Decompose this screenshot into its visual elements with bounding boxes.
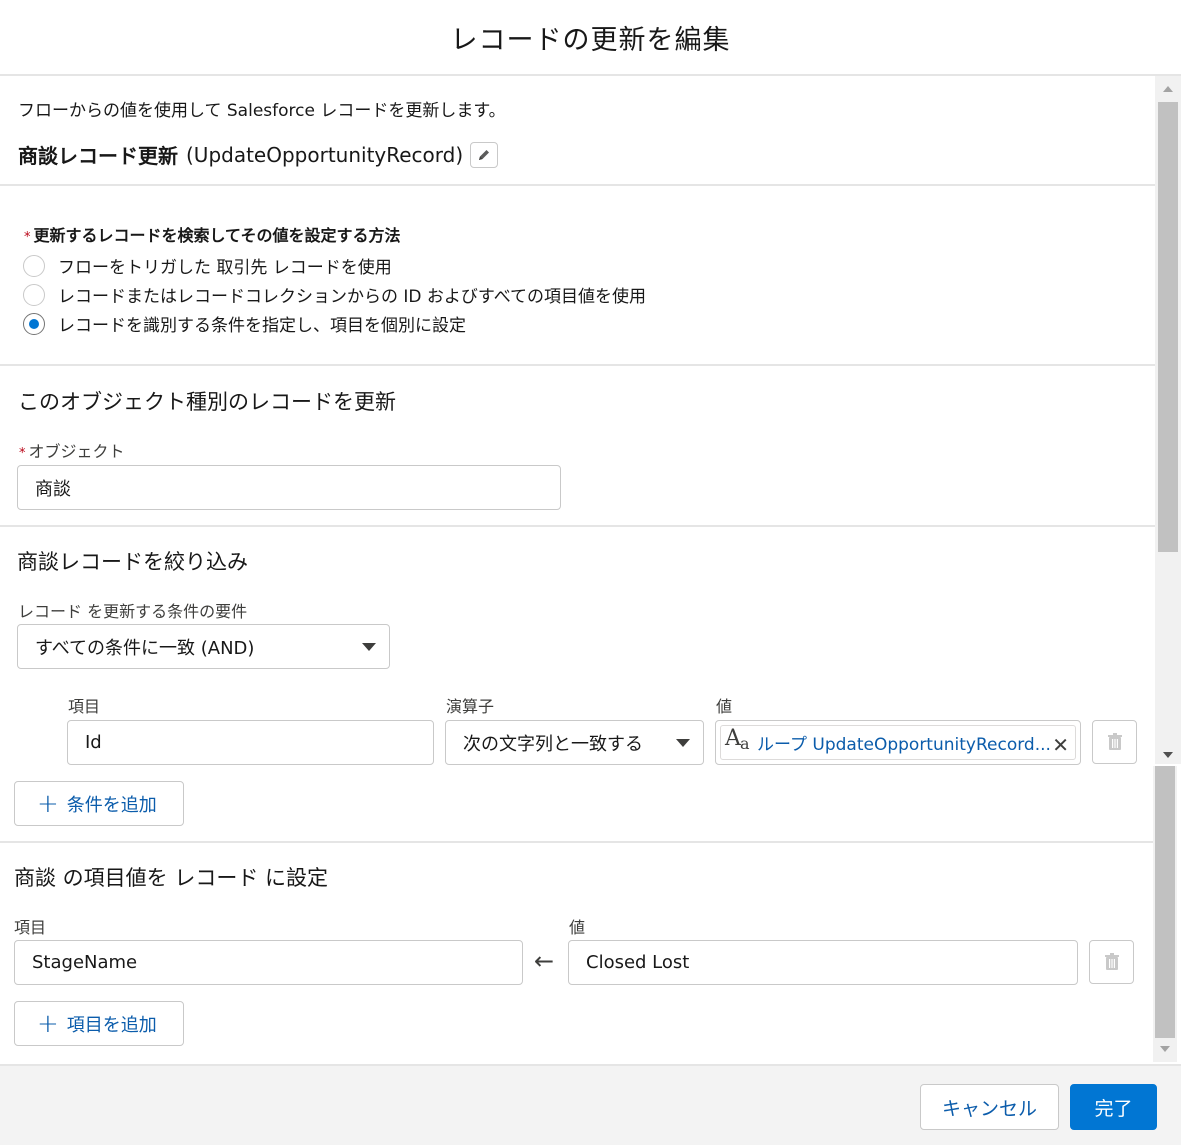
delete-assignment-button[interactable] <box>1089 940 1134 984</box>
divider <box>0 364 1155 366</box>
condition-value-text: ループ UpdateOpportunityRecord... <box>757 735 1051 755</box>
radio-option-label: レコードまたはレコードコレクションからの ID およびすべての項目値を使用 <box>58 287 647 307</box>
plus-icon: + <box>37 1008 59 1039</box>
condition-operator-select[interactable]: 次の文字列と一致する <box>445 720 704 765</box>
element-title: 商談レコード更新 (UpdateOpportunityRecord) <box>18 140 499 169</box>
intro-description: フローからの値を使用して Salesforce レコードを更新します。 <box>18 101 506 121</box>
close-icon[interactable]: ✕ <box>1052 733 1069 757</box>
text-variable-icon: Aa <box>725 725 750 753</box>
divider <box>0 184 1155 186</box>
arrow-left-icon: ← <box>534 947 555 975</box>
method-label: * 更新するレコードを検索してその値を設定する方法 <box>24 222 401 246</box>
condition-requirement-value: すべての条件に一致 (AND) <box>35 637 255 659</box>
edit-label-button[interactable] <box>470 141 499 168</box>
scrollbar-inner[interactable] <box>1153 766 1177 1062</box>
element-api-name: (UpdateOpportunityRecord) <box>186 142 464 167</box>
radio-option-label: フローをトリガした 取引先 レコードを使用 <box>58 258 392 278</box>
delete-condition-button[interactable] <box>1092 720 1137 764</box>
method-label-text: 更新するレコードを検索してその値を設定する方法 <box>33 226 401 245</box>
chevron-down-icon <box>676 739 690 747</box>
modal-body: フローからの値を使用して Salesforce レコードを更新します。 商談レコ… <box>0 76 1181 1064</box>
scrollbar-thumb[interactable] <box>1158 102 1178 552</box>
done-button[interactable]: 完了 <box>1070 1084 1157 1130</box>
add-condition-button[interactable]: + 条件を追加 <box>14 781 184 826</box>
radio-option-triggering-record[interactable]: フローをトリガした 取引先 レコードを使用 <box>23 253 392 278</box>
radio-button-selected[interactable] <box>23 312 45 335</box>
object-label-text: オブジェクト <box>28 442 125 461</box>
modal-header: レコードの更新を編集 <box>0 0 1181 76</box>
object-label: * オブジェクト <box>19 438 125 462</box>
add-condition-label: 条件を追加 <box>66 794 157 816</box>
condition-field-input[interactable]: Id <box>67 720 434 765</box>
scroll-down-arrow-icon[interactable] <box>1163 752 1173 758</box>
add-field-label: 項目を追加 <box>66 1014 157 1036</box>
divider <box>0 525 1155 527</box>
trash-icon <box>1107 733 1122 750</box>
assign-field-value: StageName <box>32 952 138 973</box>
divider <box>0 841 1153 843</box>
scrollbar[interactable] <box>1155 76 1181 764</box>
condition-operator-header: 演算子 <box>446 697 495 716</box>
pencil-icon <box>479 149 490 160</box>
radio-option-specify-conditions[interactable]: レコードを識別する条件を指定し、項目を個別に設定 <box>23 311 466 336</box>
condition-value-pill[interactable]: Aa ループ UpdateOpportunityRecord... ✕ <box>720 725 1076 760</box>
assign-value-text: Closed Lost <box>586 952 690 973</box>
scroll-up-arrow-icon[interactable] <box>1163 86 1173 92</box>
radio-option-record-collection[interactable]: レコードまたはレコードコレクションからの ID およびすべての項目値を使用 <box>23 282 646 307</box>
condition-value-header: 値 <box>716 697 733 716</box>
plus-icon: + <box>37 788 59 819</box>
object-value: 商談 <box>35 478 71 500</box>
condition-requirement-label: レコード を更新する条件の要件 <box>18 602 248 621</box>
cancel-button[interactable]: キャンセル <box>920 1084 1059 1130</box>
scrollbar-thumb[interactable] <box>1155 766 1175 1038</box>
element-label: 商談レコード更新 <box>18 144 178 168</box>
condition-operator-value: 次の文字列と一致する <box>463 733 643 755</box>
modal-title: レコードの更新を編集 <box>450 24 731 56</box>
filter-section-title: 商談レコードを絞り込み <box>17 550 248 574</box>
scroll-down-arrow-icon[interactable] <box>1160 1046 1170 1052</box>
assign-field-input[interactable]: StageName <box>14 940 523 985</box>
required-marker: * <box>24 230 31 245</box>
object-input[interactable]: 商談 <box>17 465 561 510</box>
assign-value-header: 値 <box>569 918 586 937</box>
radio-option-label: レコードを識別する条件を指定し、項目を個別に設定 <box>58 316 466 336</box>
assign-section-title: 商談 の項目値を レコード に設定 <box>14 866 329 890</box>
trash-icon <box>1104 953 1119 970</box>
add-field-button[interactable]: + 項目を追加 <box>14 1001 184 1046</box>
chevron-down-icon <box>362 643 376 651</box>
condition-value-input[interactable]: Aa ループ UpdateOpportunityRecord... ✕ <box>715 720 1081 765</box>
modal-footer: キャンセル 完了 <box>0 1064 1181 1145</box>
condition-requirement-select[interactable]: すべての条件に一致 (AND) <box>17 624 390 669</box>
radio-button[interactable] <box>23 254 45 277</box>
assign-value-input[interactable]: Closed Lost <box>568 940 1078 985</box>
required-marker: * <box>19 446 26 461</box>
object-section-title: このオブジェクト種別のレコードを更新 <box>18 390 396 414</box>
condition-field-header: 項目 <box>68 697 101 716</box>
condition-field-value: Id <box>85 732 102 753</box>
assign-field-header: 項目 <box>14 918 47 937</box>
radio-button[interactable] <box>23 283 45 306</box>
